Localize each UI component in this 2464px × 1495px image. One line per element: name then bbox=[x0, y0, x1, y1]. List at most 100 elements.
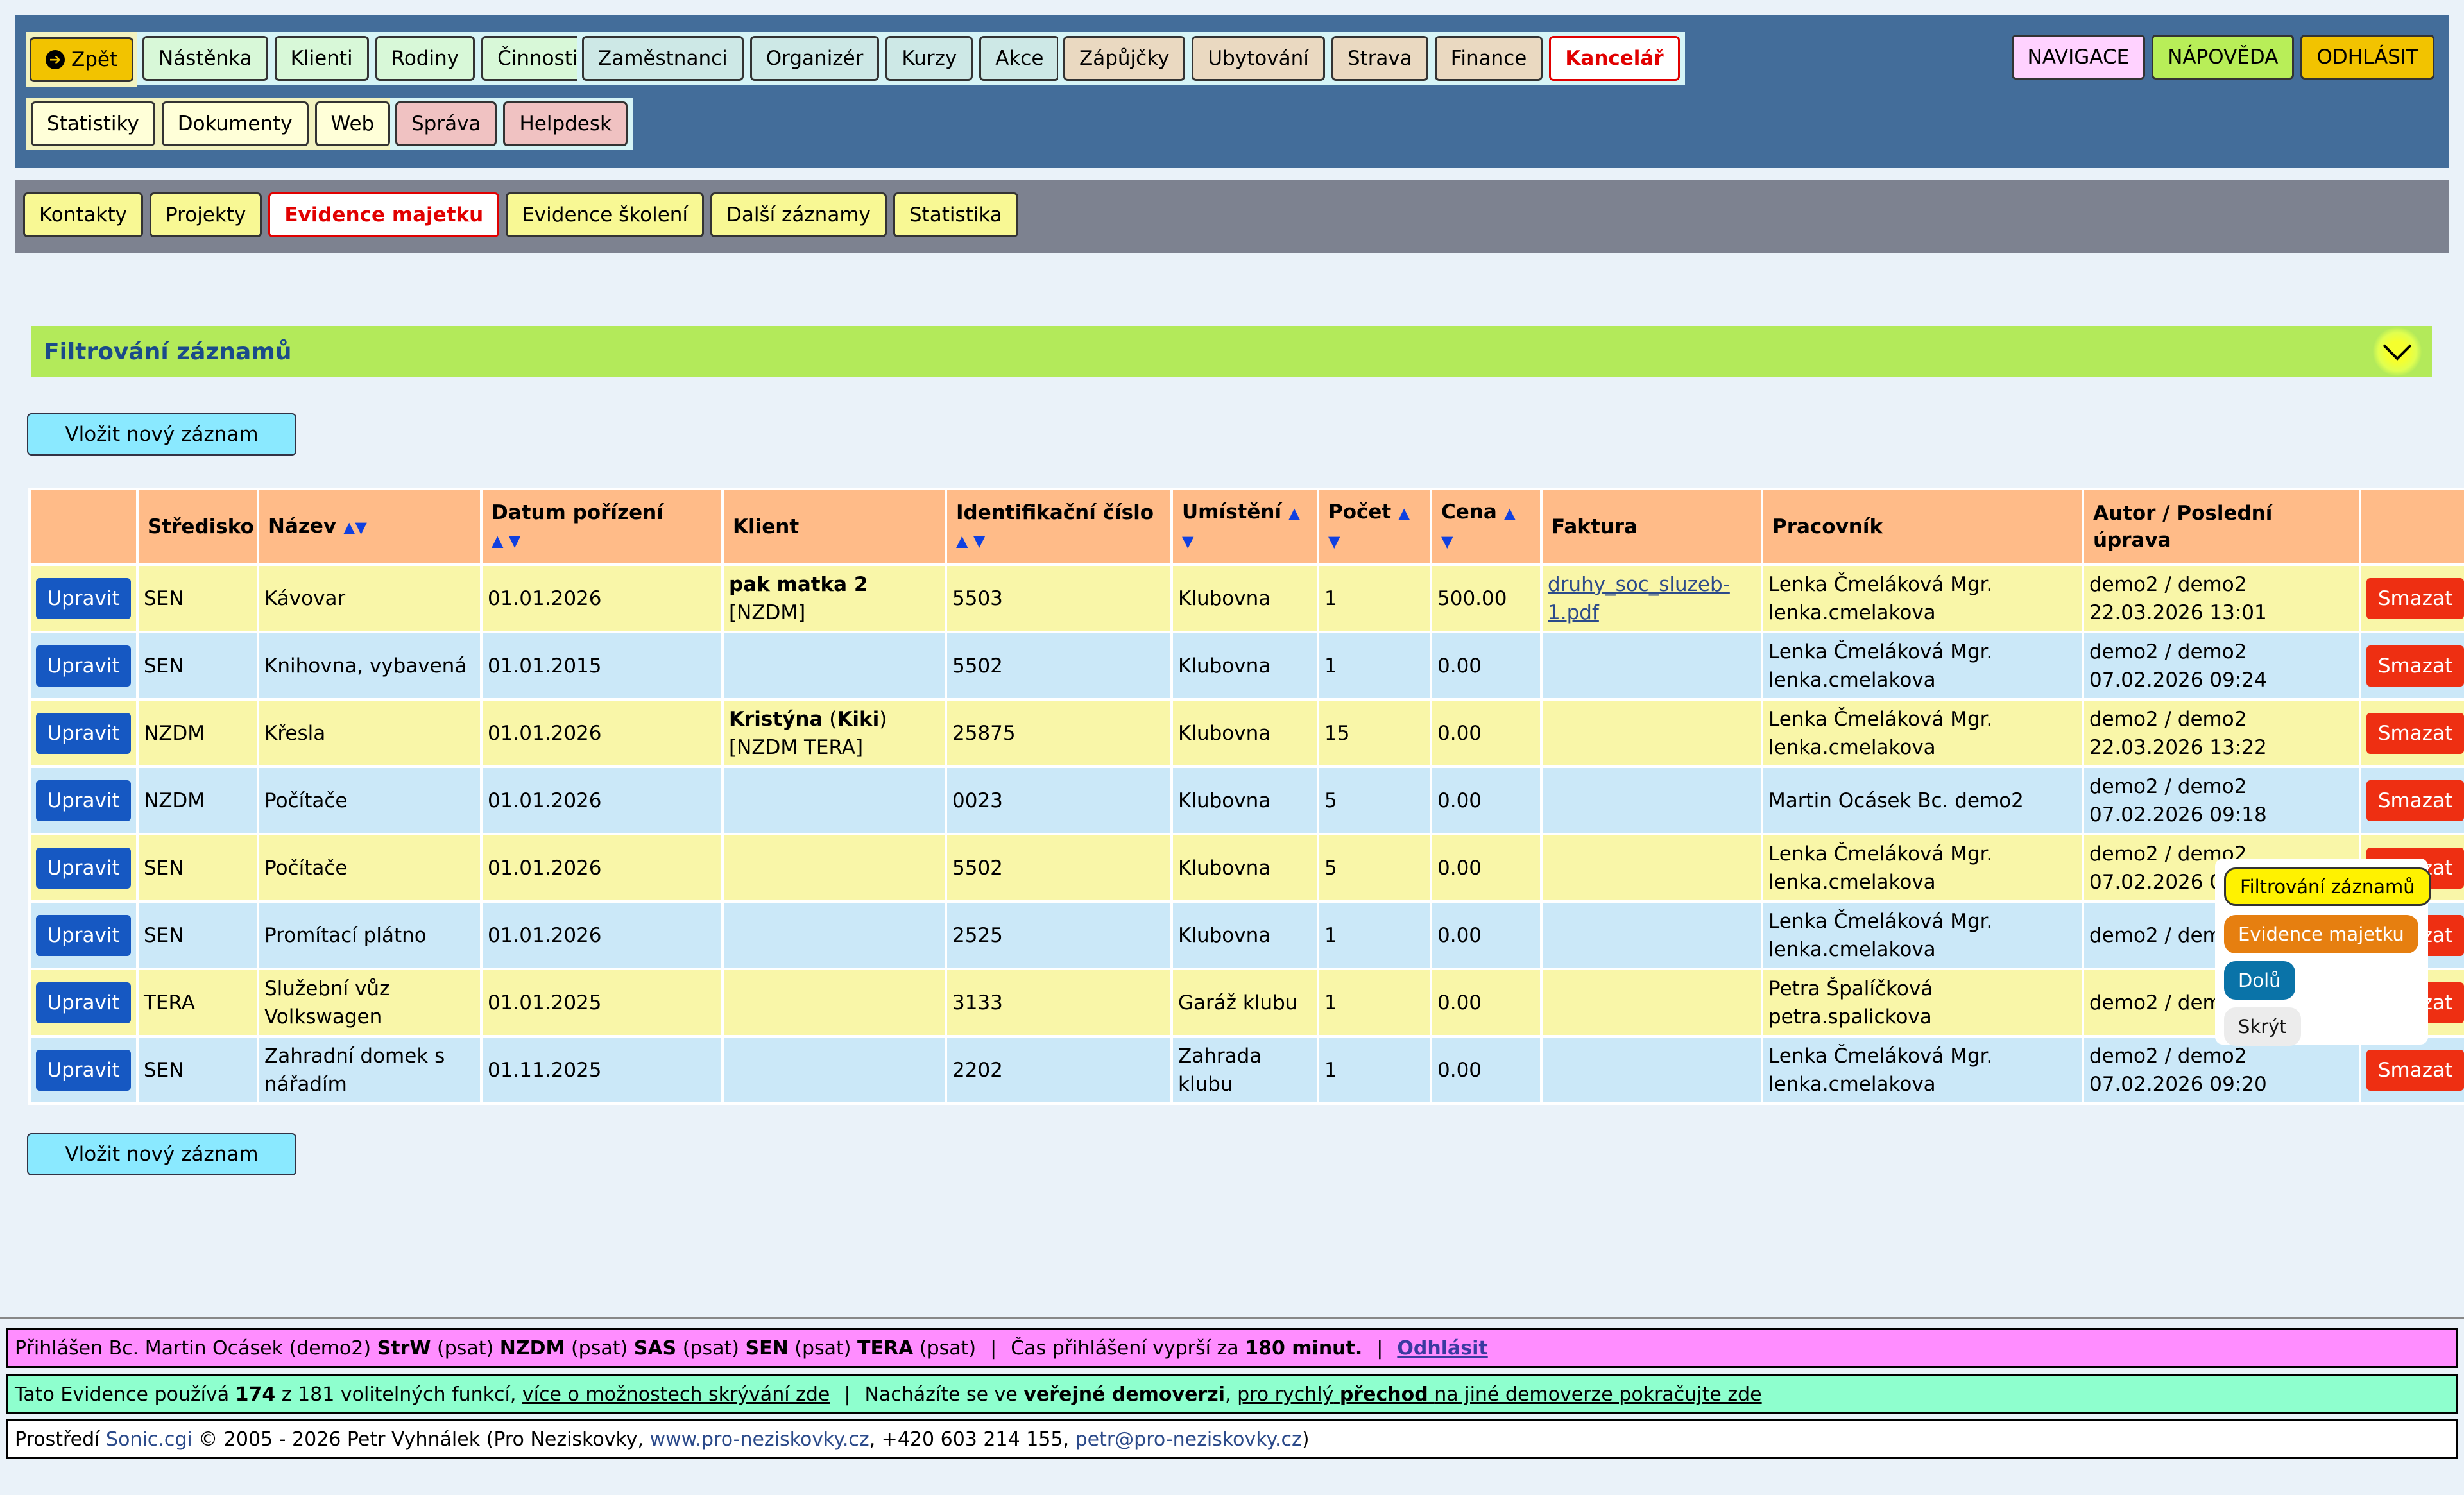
logout-link[interactable]: Odhlásit bbox=[1397, 1337, 1487, 1360]
table-row: Upravit SEN Počítače 01.01.2026 5502 Klubovna… bbox=[28, 833, 2464, 903]
sort-arrows-icon[interactable]: ▲ ▼ bbox=[492, 532, 520, 550]
nav-ubytovani[interactable]: Ubytování bbox=[1192, 36, 1325, 81]
sort-down-icon[interactable]: ▼ bbox=[1441, 533, 1453, 551]
nav-right-group: NAVIGACE NÁPOVĚDA ODHLÁSIT bbox=[2011, 35, 2434, 80]
demo-switch-link[interactable]: pro rychlý přechod na jiné demoverze pok… bbox=[1237, 1383, 1762, 1406]
edit-button[interactable]: Upravit bbox=[36, 577, 131, 619]
nav-organizer[interactable]: Organizér bbox=[749, 36, 880, 81]
table-row: Upravit SEN Knihovna, vybavená 01.01.2015 55… bbox=[28, 631, 2464, 701]
tab-dalsi-zaznamy[interactable]: Další záznamy bbox=[710, 192, 887, 237]
header-cena[interactable]: Cena ▲ ▼ bbox=[1430, 488, 1543, 566]
cell-nazev: Služební vůz Volkswagen bbox=[257, 968, 483, 1038]
cell-stredisko: TERA bbox=[136, 968, 259, 1038]
tab-projekty[interactable]: Projekty bbox=[150, 192, 262, 237]
nav-group-1: Nástěnka Klienti Rodiny Činnosti bbox=[137, 32, 599, 85]
delete-button[interactable]: Smazat bbox=[2366, 645, 2464, 687]
delete-button[interactable]: Smazat bbox=[2366, 1049, 2464, 1091]
header-pocet[interactable]: Počet ▲ ▼ bbox=[1317, 488, 1432, 566]
header-stredisko: Středisko bbox=[136, 488, 259, 566]
features-link[interactable]: více o možnostech skrývání zde bbox=[522, 1383, 830, 1406]
new-record-button-top[interactable]: Vložit nový záznam bbox=[27, 413, 296, 456]
navigace-button[interactable]: NAVIGACE bbox=[2011, 35, 2146, 80]
header-pracovnik: Pracovník bbox=[1761, 488, 2084, 566]
delete-button[interactable]: Smazat bbox=[2366, 577, 2464, 619]
nav-kancelar[interactable]: Kancelář bbox=[1549, 36, 1680, 81]
quick-evidence-button[interactable]: Evidence majetku bbox=[2224, 915, 2418, 953]
quick-filtrovani-button[interactable]: Filtrování záznamů bbox=[2224, 867, 2431, 906]
tab-kontakty[interactable]: Kontakty bbox=[23, 192, 144, 237]
cell-cena: 0.00 bbox=[1430, 968, 1543, 1038]
cell-pracovnik: Lenka Čmeláková Mgr. lenka.cmelakova bbox=[1761, 631, 2084, 701]
header-autor: Autor / Poslední úprava bbox=[2082, 488, 2361, 566]
nav-klienti[interactable]: Klienti bbox=[274, 36, 369, 81]
sort-down-icon[interactable]: ▼ bbox=[1182, 533, 1194, 551]
cell-pracovnik: Lenka Čmeláková Mgr. lenka.cmelakova bbox=[1761, 563, 2084, 633]
email-link[interactable]: petr@pro-neziskovky.cz bbox=[1075, 1428, 1302, 1451]
edit-button[interactable]: Upravit bbox=[36, 982, 131, 1023]
cell-umisteni: Garáž klubu bbox=[1170, 968, 1319, 1038]
chevron-down-icon[interactable] bbox=[2373, 327, 2422, 376]
cell-autor: demo2 / demo2 22.03.2026 13:22 bbox=[2082, 698, 2361, 768]
nav-helpdesk[interactable]: Helpdesk bbox=[503, 101, 628, 146]
edit-button[interactable]: Upravit bbox=[36, 847, 131, 889]
invoice-link[interactable]: druhy_soc_sluzeb-1.pdf bbox=[1548, 573, 1730, 624]
tab-evidence-skoleni[interactable]: Evidence školení bbox=[506, 192, 705, 237]
cell-faktura bbox=[1540, 698, 1763, 768]
nav-finance[interactable]: Finance bbox=[1434, 36, 1543, 81]
sort-arrows-icon[interactable]: ▲ ▼ bbox=[956, 532, 985, 550]
sort-arrows-icon[interactable]: ▲▼ bbox=[343, 518, 367, 536]
edit-button[interactable]: Upravit bbox=[36, 712, 131, 754]
cell-pocet: 1 bbox=[1317, 968, 1432, 1038]
cell-pracovnik: Lenka Čmeláková Mgr. lenka.cmelakova bbox=[1761, 698, 2084, 768]
nav-nastenka[interactable]: Nástěnka bbox=[142, 36, 268, 81]
nav-statistiky[interactable]: Statistiky bbox=[31, 101, 155, 146]
login-status-bar: Přihlášen Bc. Martin Ocásek (demo2) StrW… bbox=[6, 1328, 2458, 1368]
cell-stredisko: NZDM bbox=[136, 765, 259, 835]
delete-button[interactable]: Smazat bbox=[2366, 712, 2464, 754]
tab-evidence-majetku[interactable]: Evidence majetku bbox=[268, 192, 500, 237]
sonic-link[interactable]: Sonic.cgi bbox=[106, 1428, 193, 1451]
header-nazev[interactable]: Název ▲▼ bbox=[257, 488, 483, 566]
sort-up-icon[interactable]: ▲ bbox=[1504, 504, 1516, 522]
napoveda-button[interactable]: NÁPOVĚDA bbox=[2152, 35, 2295, 80]
nav-zapujcky[interactable]: Zápůjčky bbox=[1063, 36, 1186, 81]
nav-rodiny[interactable]: Rodiny bbox=[375, 36, 475, 81]
cell-umisteni: Klubovna bbox=[1170, 833, 1319, 903]
delete-button[interactable]: Smazat bbox=[2366, 780, 2464, 821]
website-link[interactable]: www.pro-neziskovky.cz bbox=[650, 1428, 869, 1451]
nav-sprava[interactable]: Správa bbox=[395, 101, 497, 146]
cell-pocet: 5 bbox=[1317, 765, 1432, 835]
nav-web[interactable]: Web bbox=[314, 101, 391, 146]
nav-dokumenty[interactable]: Dokumenty bbox=[161, 101, 309, 146]
edit-button[interactable]: Upravit bbox=[36, 1049, 131, 1091]
nav-zamestnanci[interactable]: Zaměstnanci bbox=[582, 36, 744, 81]
sort-down-icon[interactable]: ▼ bbox=[1328, 533, 1340, 551]
header-umisteni[interactable]: Umístění ▲ ▼ bbox=[1170, 488, 1319, 566]
filter-panel-header[interactable]: Filtrování záznamů bbox=[31, 326, 2432, 377]
tab-statistika[interactable]: Statistika bbox=[893, 192, 1018, 237]
cell-id: 2202 bbox=[945, 1035, 1173, 1105]
cell-faktura bbox=[1540, 900, 1763, 970]
cell-stredisko: SEN bbox=[136, 631, 259, 701]
quick-skryt-button[interactable]: Skrýt bbox=[2224, 1007, 2301, 1046]
edit-button[interactable]: Upravit bbox=[36, 914, 131, 956]
edit-button[interactable]: Upravit bbox=[36, 645, 131, 687]
cell-pocet: 5 bbox=[1317, 833, 1432, 903]
header-id[interactable]: Identifikační číslo ▲ ▼ bbox=[945, 488, 1173, 566]
nav-kurzy[interactable]: Kurzy bbox=[886, 36, 973, 81]
sub-navigation: Kontakty Projekty Evidence majetku Evide… bbox=[15, 180, 2449, 253]
edit-button[interactable]: Upravit bbox=[36, 780, 131, 821]
nav-group-3: Zápůjčky Ubytování Strava Finance Kancel… bbox=[1058, 32, 1685, 85]
sort-up-icon[interactable]: ▲ bbox=[1398, 504, 1410, 522]
cell-faktura: druhy_soc_sluzeb-1.pdf bbox=[1540, 563, 1763, 633]
cell-delete: Smazat bbox=[2359, 631, 2464, 701]
quick-dolu-button[interactable]: Dolů bbox=[2224, 961, 2295, 1000]
sort-up-icon[interactable]: ▲ bbox=[1288, 504, 1300, 522]
header-datum[interactable]: Datum pořízení ▲ ▼ bbox=[480, 488, 724, 566]
back-button[interactable]: ➔ Zpět bbox=[30, 37, 134, 82]
nav-strava[interactable]: Strava bbox=[1331, 36, 1428, 81]
nav-akce[interactable]: Akce bbox=[979, 36, 1060, 81]
odhlasit-button[interactable]: ODHLÁSIT bbox=[2300, 35, 2434, 80]
cell-id: 3133 bbox=[945, 968, 1173, 1038]
new-record-button-bottom[interactable]: Vložit nový záznam bbox=[27, 1133, 296, 1175]
